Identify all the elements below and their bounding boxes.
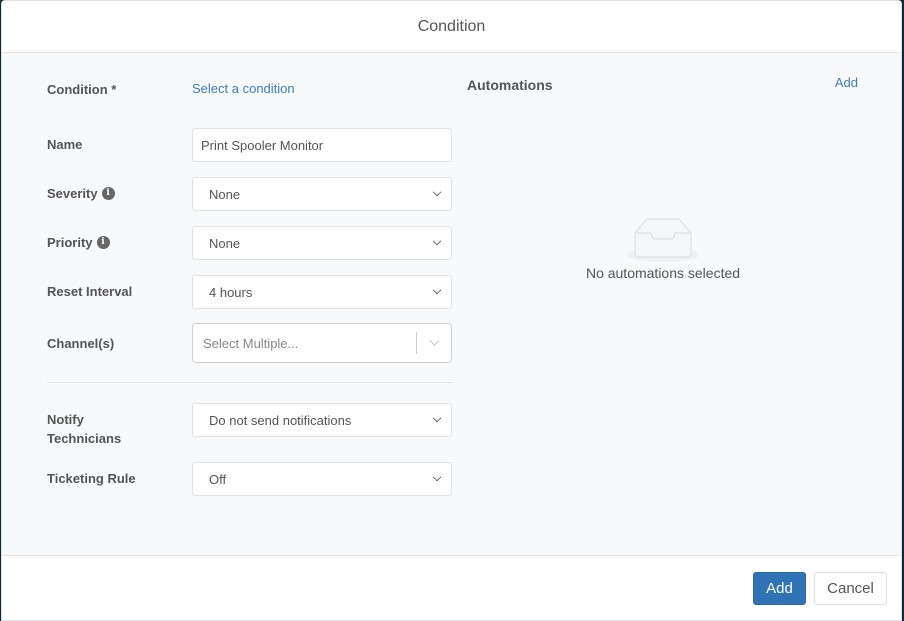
chevron-down-icon: [432, 472, 442, 482]
modal-header: Condition: [2, 1, 901, 53]
ticketing-rule-label: Ticketing Rule: [47, 471, 136, 486]
reset-interval-select[interactable]: 4 hours: [192, 275, 452, 309]
section-divider: [47, 382, 453, 383]
priority-value: None: [209, 235, 241, 251]
severity-select[interactable]: None: [192, 177, 452, 211]
priority-label: Priority i: [47, 233, 110, 252]
reset-interval-row: Reset Interval 4 hours: [47, 275, 453, 309]
add-automation-link[interactable]: Add: [835, 75, 858, 90]
empty-state-text: No automations selected: [585, 265, 741, 281]
modal-body: Condition * Select a condition Name Seve…: [2, 53, 901, 556]
priority-label-text: Priority: [47, 235, 93, 250]
condition-modal: Condition Condition * Select a condition…: [1, 0, 902, 621]
channels-multiselect[interactable]: Select Multiple...: [192, 323, 452, 363]
add-button[interactable]: Add: [753, 572, 806, 605]
name-field-wrapper: [192, 128, 452, 162]
name-label: Name: [47, 137, 83, 152]
channels-placeholder: Select Multiple...: [203, 335, 299, 351]
automations-empty-state: No automations selected: [467, 213, 859, 281]
ticketing-rule-value: Off: [209, 471, 227, 487]
ticketing-rule-row: Ticketing Rule Off: [47, 462, 453, 496]
severity-row: Severity i None: [47, 177, 453, 211]
ticketing-rule-select[interactable]: Off: [192, 462, 452, 496]
chevron-down-icon: [432, 187, 442, 197]
cancel-button[interactable]: Cancel: [814, 572, 887, 605]
indicator-separator: [416, 332, 417, 354]
channels-row: Channel(s) Select Multiple...: [47, 323, 453, 363]
info-icon[interactable]: i: [96, 236, 110, 249]
priority-select[interactable]: None: [192, 226, 452, 260]
notify-technicians-label: Notify Technicians: [47, 410, 121, 448]
channels-label: Channel(s): [47, 336, 115, 351]
chevron-down-icon[interactable]: [429, 334, 440, 346]
chevron-down-icon: [432, 413, 442, 423]
severity-label: Severity i: [47, 184, 115, 203]
severity-value: None: [209, 186, 241, 202]
name-row: Name: [47, 128, 453, 162]
chevron-down-icon: [432, 285, 442, 295]
condition-row: Condition * Select a condition: [47, 80, 453, 114]
notify-label-line2: Technicians: [47, 431, 122, 446]
name-input[interactable]: [193, 129, 451, 161]
severity-label-text: Severity: [47, 186, 98, 201]
notify-technicians-value: Do not send notifications: [209, 412, 352, 428]
reset-interval-label: Reset Interval: [47, 284, 133, 299]
automations-title: Automations: [467, 77, 553, 93]
info-icon[interactable]: i: [101, 187, 115, 200]
modal-footer: Add Cancel: [2, 556, 901, 620]
notify-technicians-row: Notify Technicians Do not send notificat…: [47, 403, 453, 446]
condition-label: Condition *: [47, 82, 117, 97]
notify-technicians-select[interactable]: Do not send notifications: [192, 403, 452, 437]
chevron-down-icon: [432, 236, 442, 246]
modal-title: Condition: [417, 17, 486, 35]
inbox-icon: [627, 218, 699, 262]
select-condition-link[interactable]: Select a condition: [192, 81, 295, 96]
automations-panel: Automations Add No automations selected: [467, 53, 859, 555]
priority-row: Priority i None: [47, 226, 453, 260]
reset-interval-value: 4 hours: [209, 284, 253, 300]
notify-label-line1: Notify: [47, 412, 84, 427]
